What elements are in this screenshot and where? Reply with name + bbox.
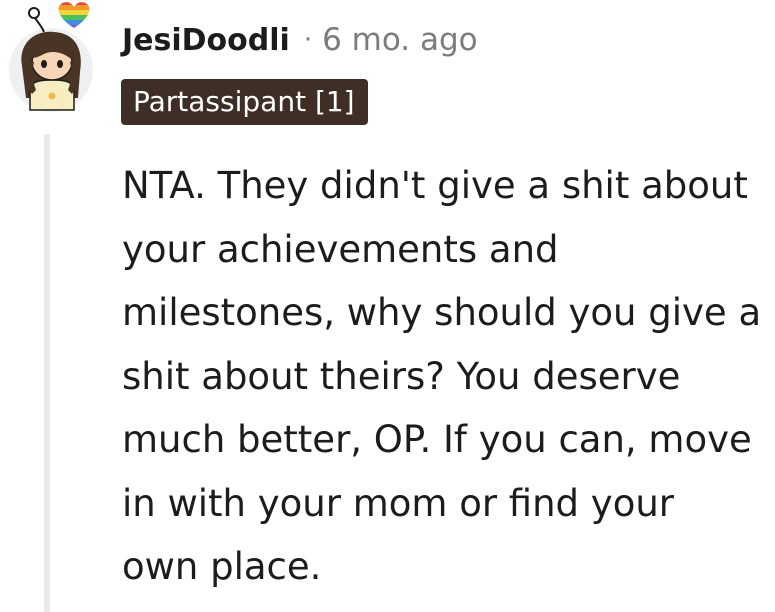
username-link[interactable]: JesiDoodli xyxy=(122,23,290,58)
user-avatar[interactable] xyxy=(8,2,98,112)
thread-line[interactable] xyxy=(44,134,50,612)
rainbow-heart-icon xyxy=(58,2,90,28)
comment-header: JesiDoodli · 6 mo. ago xyxy=(122,18,478,62)
timestamp[interactable]: 6 mo. ago xyxy=(322,22,478,58)
comment: JesiDoodli · 6 mo. ago Partassipant [1] … xyxy=(0,0,775,612)
comment-text: NTA. They didn't give a shit about your … xyxy=(122,164,762,588)
separator-dot: · xyxy=(303,25,313,55)
comment-body: NTA. They didn't give a shit about your … xyxy=(122,154,762,599)
user-flair-badge: Partassipant [1] xyxy=(121,79,368,125)
